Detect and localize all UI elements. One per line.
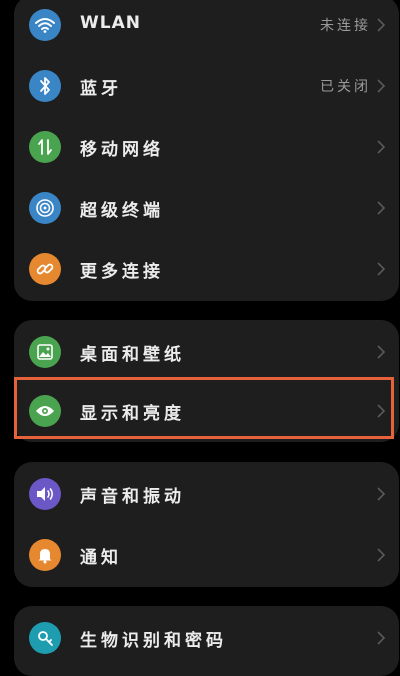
chevron-right-icon (377, 548, 385, 562)
wifi-icon (29, 9, 61, 41)
link-icon (29, 253, 61, 285)
settings-item-label: 蓝牙 (80, 79, 122, 99)
mobile-data-icon (29, 131, 61, 163)
settings-item-label: 生物识别和密码 (80, 631, 227, 651)
settings-item-wallpaper[interactable]: 桌面和壁纸 (14, 323, 399, 383)
settings-item-label: 更多连接 (80, 262, 164, 282)
settings-item-wlan[interactable]: WLAN 未连接 (14, 0, 399, 56)
settings-item-notifications[interactable]: 通知 (14, 526, 399, 586)
chevron-right-icon (377, 140, 385, 154)
super-terminal-icon (29, 192, 61, 224)
settings-item-super-terminal[interactable]: 超级终端 (14, 179, 399, 239)
chevron-right-icon (377, 201, 385, 215)
chevron-right-icon (377, 262, 385, 276)
chevron-right-icon (377, 79, 385, 93)
settings-group-display: 桌面和壁纸 显示和亮度 (14, 320, 399, 442)
chevron-right-icon (377, 18, 385, 32)
eye-icon (29, 395, 61, 427)
settings-item-label: 移动网络 (80, 140, 164, 160)
bell-icon (29, 539, 61, 571)
settings-item-mobile-network[interactable]: 移动网络 (14, 118, 399, 178)
bluetooth-status: 已关闭 (320, 79, 371, 95)
settings-item-sound-vibration[interactable]: 声音和振动 (14, 465, 399, 525)
settings-item-label: 显示和亮度 (80, 404, 185, 424)
chevron-right-icon (377, 631, 385, 645)
settings-group-sound: 声音和振动 通知 (14, 462, 399, 587)
settings-item-more-connections[interactable]: 更多连接 (14, 240, 399, 300)
settings-item-label: 超级终端 (80, 201, 164, 221)
settings-item-bluetooth[interactable]: 蓝牙 已关闭 (14, 57, 399, 117)
chevron-right-icon (377, 345, 385, 359)
settings-item-label: WLAN (80, 13, 141, 33)
settings-item-label: 声音和振动 (80, 487, 185, 507)
wallpaper-icon (29, 336, 61, 368)
chevron-right-icon (377, 487, 385, 501)
settings-group-connectivity: WLAN 未连接 蓝牙 已关闭 移动网络 超级终端 更多连接 (14, 0, 399, 301)
key-icon (29, 622, 61, 654)
bluetooth-icon (29, 70, 61, 102)
settings-item-label: 桌面和壁纸 (80, 345, 185, 365)
chevron-right-icon (377, 404, 385, 418)
settings-item-label: 通知 (80, 548, 122, 568)
wlan-status: 未连接 (320, 18, 371, 34)
volume-icon (29, 478, 61, 510)
settings-item-display-brightness[interactable]: 显示和亮度 (14, 382, 399, 442)
settings-item-biometrics-password[interactable]: 生物识别和密码 (14, 609, 399, 669)
settings-group-security: 生物识别和密码 (14, 606, 399, 676)
